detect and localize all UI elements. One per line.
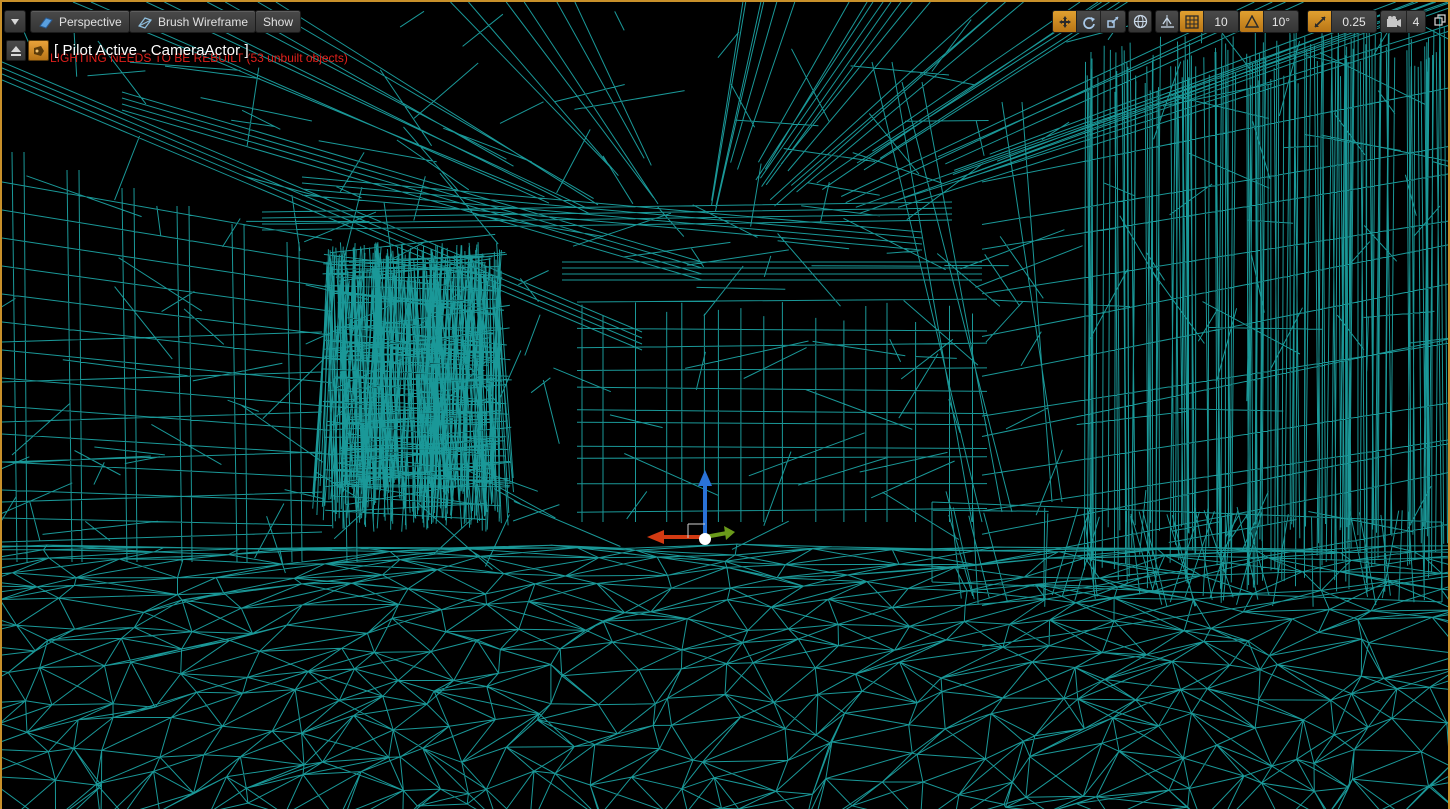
view-render-mode-button[interactable]: Brush Wireframe [129, 10, 257, 33]
level-viewport[interactable]: Perspective Brush Wireframe Show 10 10° … [0, 0, 1450, 809]
wireframe-geometry [2, 2, 1448, 809]
rotation-snap-toggle[interactable] [1240, 11, 1264, 32]
surface-snap-icon [1160, 15, 1174, 28]
chevron-down-icon [11, 18, 19, 25]
translate-tool-button[interactable] [1053, 11, 1077, 32]
camera-speed-icon-wrap [1381, 11, 1407, 32]
grid-snap-toggle[interactable] [1180, 11, 1204, 32]
transform-gizmo[interactable] [647, 470, 735, 545]
rotate-tool-button[interactable] [1077, 11, 1101, 32]
wireframe-scene[interactable] [2, 2, 1450, 809]
rotation-snap-group: 10° [1239, 10, 1299, 33]
transform-tools-group [1052, 10, 1126, 33]
perspective-cube-icon [39, 16, 53, 29]
view-mode-label: Perspective [59, 14, 122, 29]
pilot-status-label: [ Pilot Active - CameraActor ] [54, 42, 249, 59]
show-label: Show [263, 14, 294, 29]
camera-icon [1386, 15, 1401, 27]
eject-icon [11, 45, 21, 56]
rotation-snap-value[interactable]: 10° [1264, 11, 1298, 32]
viewport-options-button[interactable] [4, 10, 26, 33]
coordinate-system-button[interactable] [1128, 10, 1152, 33]
scale-tool-button[interactable] [1101, 11, 1125, 32]
show-flags-button[interactable]: Show [255, 10, 302, 33]
rotate-icon [1082, 16, 1095, 29]
camera-speed-value[interactable]: 4 [1407, 11, 1425, 32]
scale-arrow-icon [1313, 15, 1326, 28]
scale-snap-toggle[interactable] [1308, 11, 1332, 32]
camera-pilot-button[interactable] [28, 40, 49, 61]
grid-icon [1184, 14, 1199, 29]
restore-window-icon[interactable] [1434, 14, 1446, 26]
scale-snap-group: 0.25 [1307, 10, 1377, 33]
scale-snap-value[interactable]: 0.25 [1332, 11, 1376, 32]
grid-snap-group: 10 [1179, 10, 1239, 33]
eject-pilot-button[interactable] [6, 40, 26, 61]
camera-pilot-icon [33, 45, 44, 56]
scale-icon [1107, 15, 1119, 28]
wireframe-icon [138, 16, 152, 29]
grid-snap-value[interactable]: 10 [1204, 11, 1238, 32]
translate-icon [1058, 15, 1071, 28]
surface-snapping-button[interactable] [1155, 10, 1179, 33]
view-mode-perspective-button[interactable]: Perspective [30, 10, 130, 33]
world-globe-icon [1133, 14, 1147, 29]
camera-speed-group[interactable]: 4 [1380, 10, 1426, 33]
angle-icon [1244, 14, 1259, 28]
render-mode-label: Brush Wireframe [158, 14, 249, 29]
